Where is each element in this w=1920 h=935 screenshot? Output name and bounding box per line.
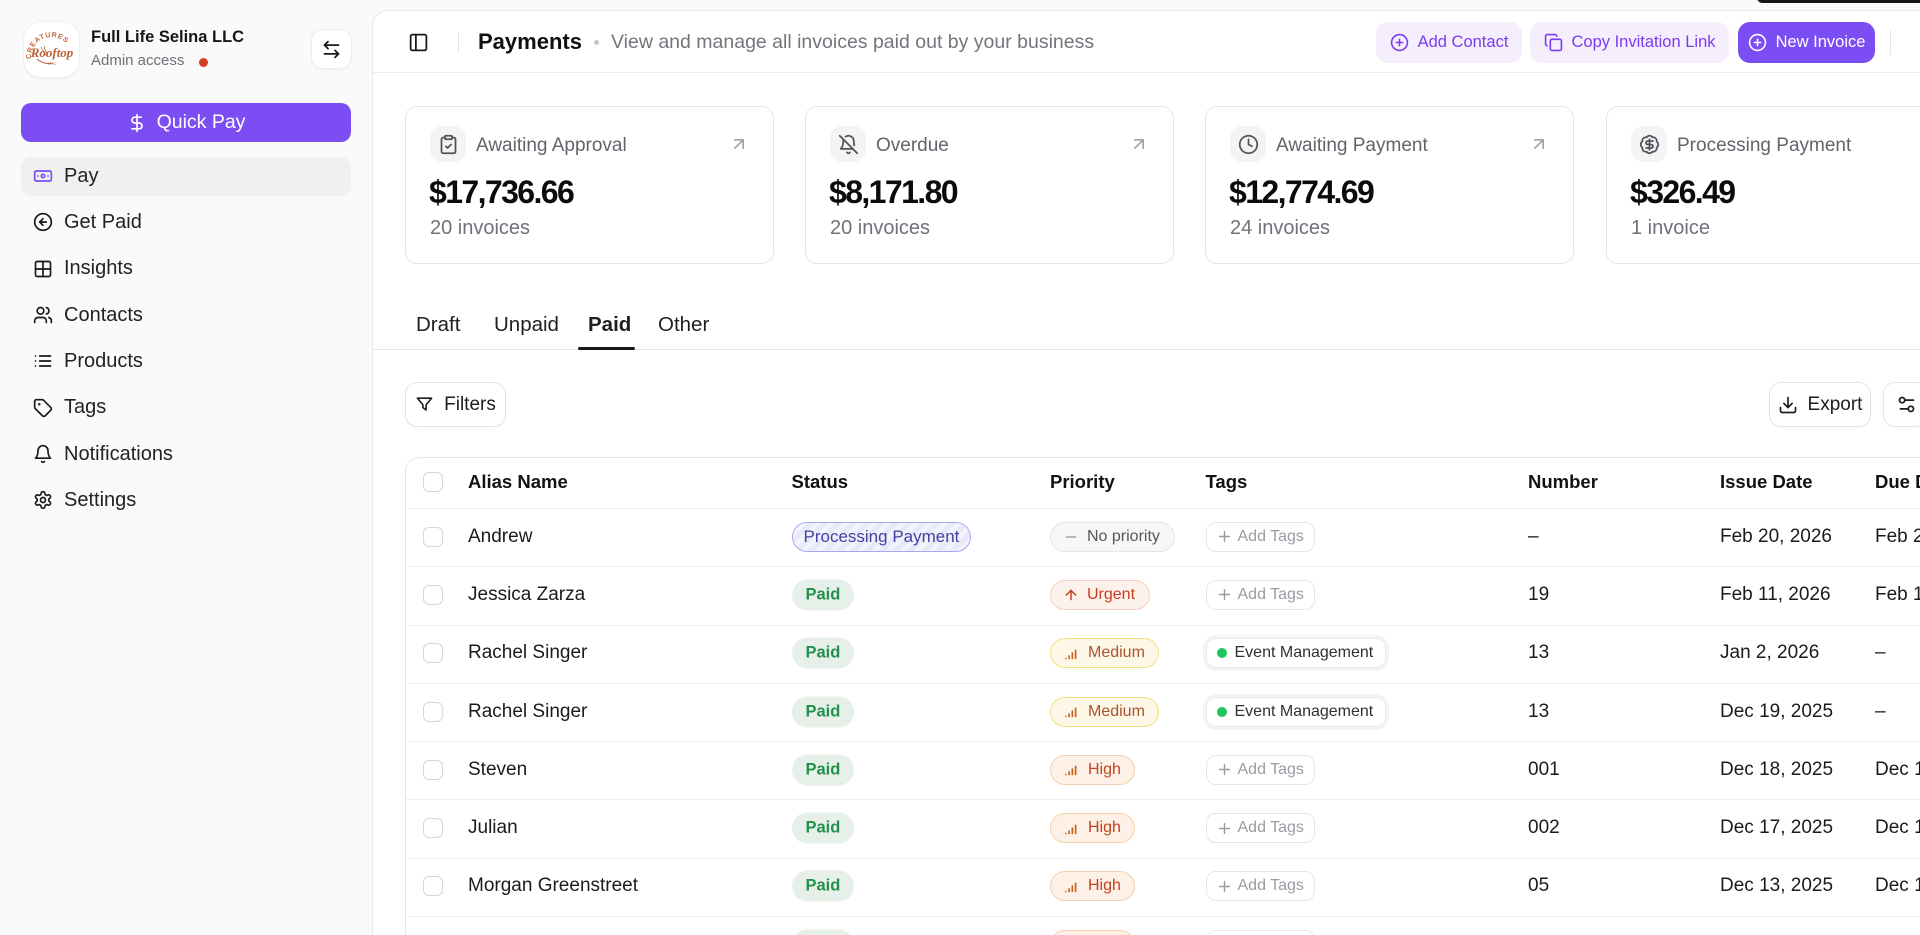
svg-text:Rooftop: Rooftop (30, 45, 74, 60)
svg-text:NYC: NYC (48, 61, 57, 66)
